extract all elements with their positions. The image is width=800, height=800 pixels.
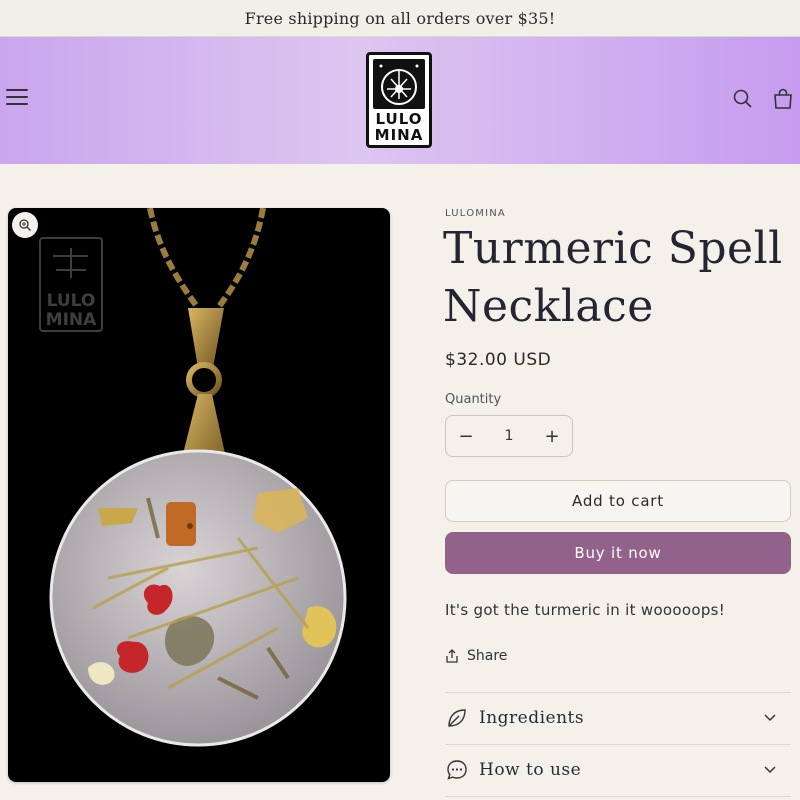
share-label: Share — [467, 648, 508, 664]
accordion-how-to-use[interactable]: How to use — [445, 745, 791, 795]
chevron-down-icon — [764, 714, 776, 722]
increase-quantity-button[interactable]: + — [532, 426, 572, 447]
chevron-down-icon — [764, 766, 776, 774]
menu-icon[interactable] — [6, 89, 28, 107]
accordion-label: Ingredients — [479, 708, 585, 728]
buy-now-button[interactable]: Buy it now — [445, 532, 791, 574]
cart-icon[interactable] — [772, 88, 794, 110]
add-to-cart-button[interactable]: Add to cart — [445, 480, 791, 522]
site-header: LULO MINA — [0, 37, 800, 164]
leaf-icon — [448, 709, 466, 727]
accordion-ingredients[interactable]: Ingredients — [445, 693, 791, 743]
logo-emblem — [373, 59, 425, 109]
product-title: Turmeric Spell Necklace — [443, 223, 783, 332]
decrease-quantity-button[interactable]: − — [446, 426, 486, 447]
chat-bubble-icon — [447, 760, 467, 780]
watermark-line2: MINA — [46, 310, 97, 330]
zoom-icon[interactable] — [12, 212, 38, 238]
search-icon[interactable] — [732, 88, 754, 110]
accordion-label: How to use — [479, 760, 582, 780]
share-button[interactable]: Share — [445, 648, 507, 664]
watermark-line1: LULO — [47, 291, 96, 311]
announcement-bar: Free shipping on all orders over $35! — [0, 0, 800, 37]
product-description: It's got the turmeric in it wooooops! — [445, 601, 726, 619]
product-image[interactable]: LULO MINA — [8, 208, 390, 782]
share-icon — [446, 649, 458, 663]
logo-text-line1: LULO — [375, 110, 423, 128]
image-watermark-logo: LULO MINA — [39, 237, 103, 332]
product-price: $32.00 USD — [445, 350, 552, 370]
product-vendor: LULOMINA — [445, 208, 506, 219]
brand-logo[interactable]: LULO MINA — [366, 52, 432, 148]
quantity-input[interactable]: 1 — [486, 428, 532, 444]
divider — [445, 796, 791, 797]
quantity-stepper: − 1 + — [445, 415, 573, 457]
quantity-label: Quantity — [445, 392, 502, 407]
announcement-text: Free shipping on all orders over $35! — [244, 8, 556, 28]
logo-text-line2: MINA — [374, 126, 424, 144]
